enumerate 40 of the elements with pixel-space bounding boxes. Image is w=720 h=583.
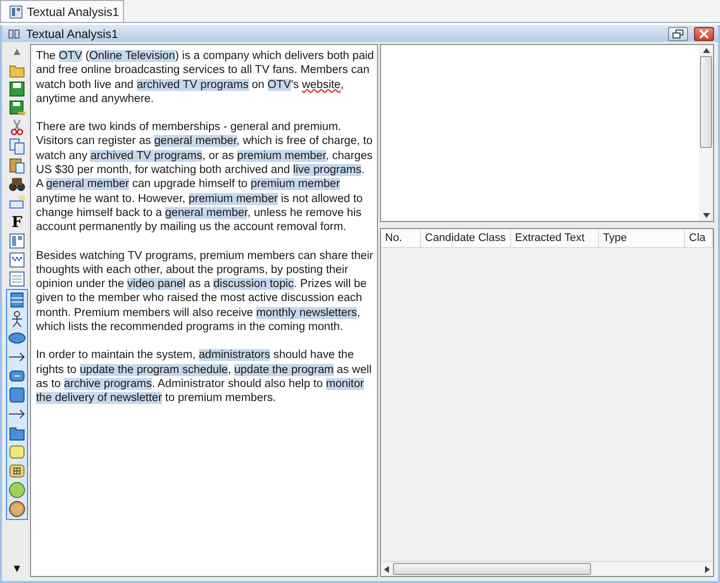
scroll-left-icon[interactable]	[384, 566, 389, 572]
font-button[interactable]: F	[12, 213, 22, 231]
column-header[interactable]: Extracted Text	[511, 229, 599, 247]
note-icon[interactable]	[8, 443, 26, 461]
checkered-panel-icon[interactable]	[8, 251, 26, 269]
column-header[interactable]: Type	[599, 229, 685, 247]
frame-icon	[8, 28, 20, 40]
document-tab[interactable]: Textual Analysis1	[0, 0, 124, 22]
class-box-icon[interactable]	[8, 291, 26, 309]
scroll-down-button[interactable]: ▼	[12, 561, 22, 577]
binoculars-icon[interactable]	[8, 175, 26, 193]
scroll-up-button[interactable]: ▲	[12, 44, 22, 60]
scroll-down-icon[interactable]	[702, 213, 710, 218]
paragraph: In order to maintain the system, administrators should have the rights to update the program schedule, update the program as well as to archive programs. Administrator should also help to monitor the delivery of newsletter to premium members.	[36, 348, 373, 406]
horizontal-scrollbar[interactable]	[381, 561, 713, 576]
restore-icon	[672, 28, 684, 38]
scroll-right-icon[interactable]	[705, 566, 710, 572]
paragraph: Besides watching TV programs, premium members can share their thoughts with each other, about the programs, by posting their opinion under the video panel as a discussion topic. Prizes will be given to the member who raised the most active discussion each month. Premium members will also receive monthly newsletters, which lists the recommended programs in the coming month.	[36, 248, 374, 334]
circle-icon[interactable]	[8, 481, 26, 499]
paragraph: There are two kinds of memberships - general and premium. Visitors can register as general member, which is free of charge, to watch any archived TV programs, or as premium member, charges US $30 per month, for watching both archived and live programs. A general member can upgrade himself to premium member anytime he want to. However, premium member is not allowed to change himself back to a general member, unless he remove his account permanently by mailing us the account removal form.	[36, 120, 374, 235]
paragraph: The OTV (Online Television) is a company which delivers both paid and free online broadcasting services to all TV fans. Members can watch both live and archived TV programs on OTV's website, anytime and anywhere.	[36, 49, 374, 106]
close-icon	[698, 28, 710, 38]
rectangle-icon[interactable]	[8, 386, 26, 404]
frame-title: Textual Analysis1	[26, 26, 118, 40]
vertical-scrollbar[interactable]	[699, 45, 713, 221]
diagram-icon	[9, 4, 23, 18]
copy-icon[interactable]	[8, 137, 26, 155]
column-header[interactable]: No.	[381, 229, 421, 247]
clipboard-icon[interactable]	[8, 156, 26, 174]
circle-icon[interactable]	[8, 500, 26, 518]
scroll-up-icon[interactable]	[702, 48, 710, 53]
save-icon[interactable]	[8, 80, 26, 98]
scissors-icon[interactable]	[8, 118, 26, 136]
layout-icon[interactable]	[8, 232, 26, 250]
column-header[interactable]: Candidate Class	[421, 229, 511, 247]
document-icon[interactable]	[8, 270, 26, 288]
close-button[interactable]	[694, 26, 714, 40]
grid-note-icon[interactable]	[8, 462, 26, 480]
restore-button[interactable]	[668, 26, 688, 40]
column-header[interactable]: Cla	[685, 229, 713, 247]
